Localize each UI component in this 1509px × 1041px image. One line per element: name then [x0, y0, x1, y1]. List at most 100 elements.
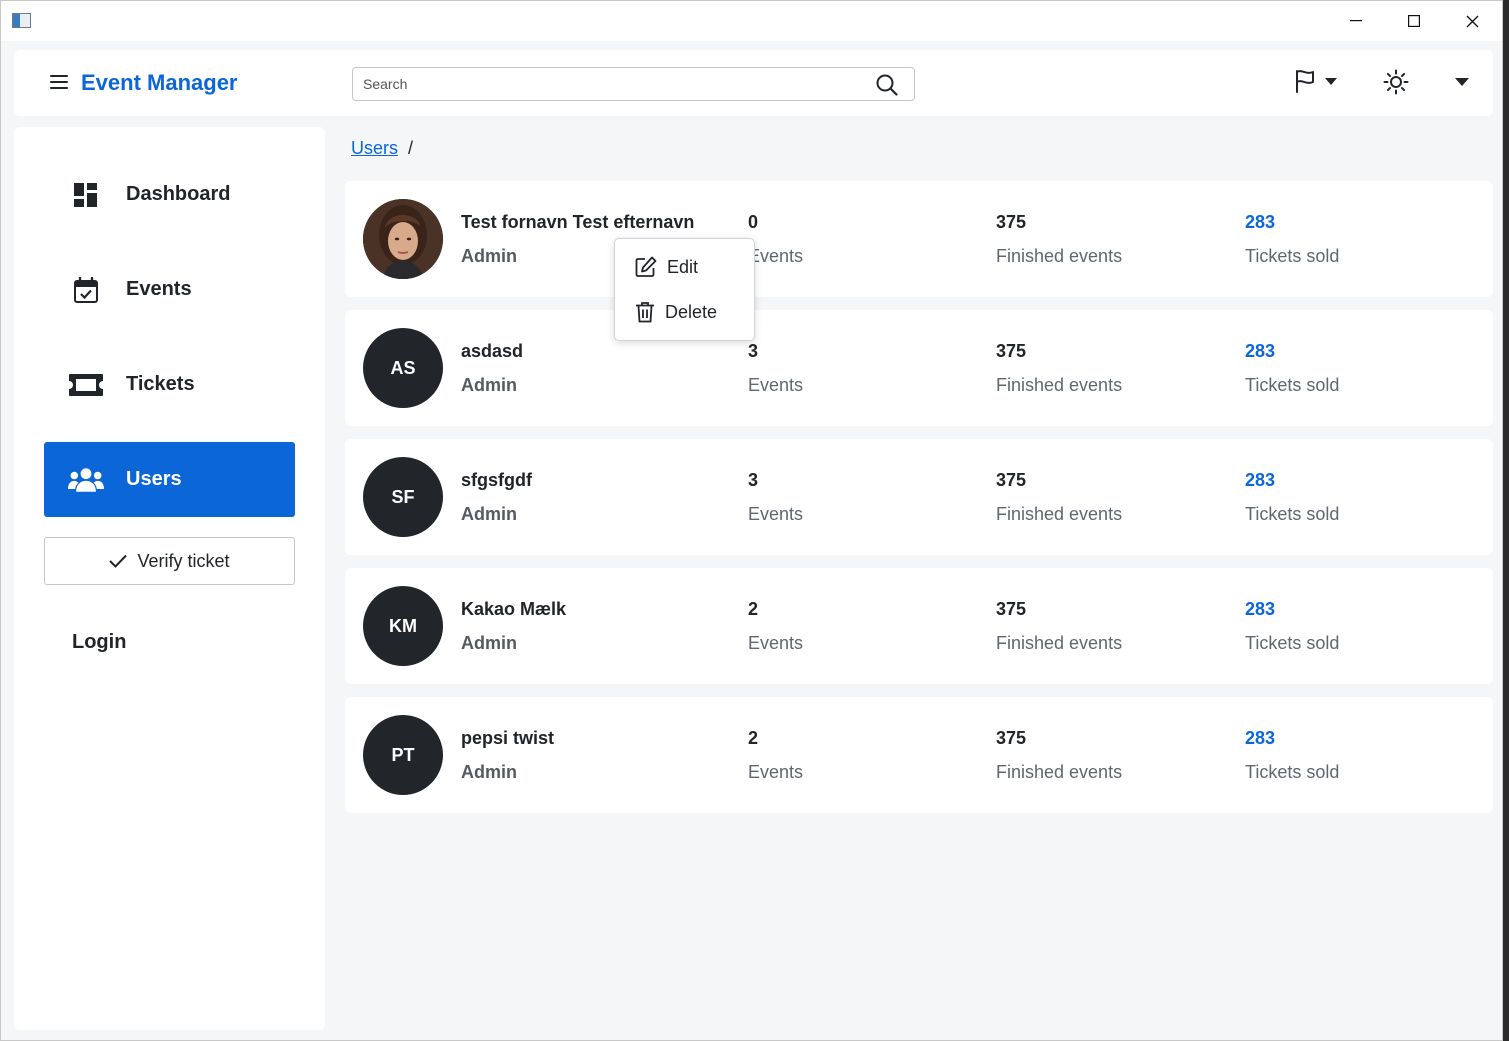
finished-events-count: 375: [996, 599, 1027, 619]
app-brand[interactable]: Event Manager: [81, 70, 238, 96]
close-button[interactable]: [1443, 1, 1501, 41]
user-card[interactable]: KM Kakao Mælk Admin 2 Events 375 Finishe…: [345, 568, 1493, 684]
finished-events-label: Finished events: [996, 504, 1123, 524]
verify-ticket-button[interactable]: Verify ticket: [44, 537, 295, 585]
user-role: Admin: [461, 504, 517, 524]
search-input[interactable]: [363, 74, 863, 94]
context-menu-edit[interactable]: Edit: [635, 256, 698, 278]
users-icon: [68, 466, 104, 494]
events-label: Events: [748, 633, 804, 653]
finished-events-label: Finished events: [996, 762, 1123, 782]
search-icon[interactable]: [876, 74, 898, 96]
tickets-sold-label: Tickets sold: [1245, 762, 1340, 782]
sidebar-item-users[interactable]: Users: [44, 442, 295, 517]
sidebar-item-label: Users: [126, 468, 182, 490]
title-bar: [1, 1, 1502, 41]
finished-events-label: Finished events: [996, 375, 1123, 395]
user-name: asdasd: [461, 341, 524, 361]
events-count: 2: [748, 599, 759, 619]
finished-events-stat: 375 Finished events: [996, 212, 1122, 267]
edit-icon: [635, 256, 657, 277]
menu-icon[interactable]: [50, 75, 68, 89]
user-role: Admin: [461, 246, 517, 266]
finished-events-count: 375: [996, 728, 1027, 748]
app-icon: [12, 13, 31, 28]
user-role: Admin: [461, 633, 517, 653]
tickets-sold-count: 283: [1245, 212, 1276, 232]
flag-icon: [1296, 70, 1314, 93]
delete-label: Delete: [665, 301, 718, 322]
login-link[interactable]: Login: [72, 631, 126, 654]
events-label: Events: [748, 375, 804, 395]
events-count: 3: [748, 470, 759, 490]
tickets-sold-label: Tickets sold: [1245, 375, 1340, 395]
sidebar-item-label: Events: [126, 278, 192, 300]
finished-events-count: 375: [996, 341, 1027, 361]
theme-toggle[interactable]: [1383, 69, 1409, 100]
finished-events-label: Finished events: [996, 633, 1123, 653]
sidebar-item-events[interactable]: Events: [44, 252, 295, 327]
tickets-sold-count: 283: [1245, 728, 1276, 748]
top-bar: Event Manager: [14, 50, 1493, 116]
events-count: 0: [748, 212, 759, 232]
calendar-check-icon: [68, 276, 104, 303]
user-card[interactable]: AS asdasd Admin 3 Events 375 Finished ev…: [345, 310, 1493, 426]
sidebar-item-label: Dashboard: [126, 183, 231, 205]
breadcrumb: Users /: [351, 138, 413, 159]
maximize-icon: [1408, 15, 1420, 27]
user-role: Admin: [461, 762, 517, 782]
avatar: [363, 199, 443, 279]
user-name: Test fornavn Test efternavn: [461, 212, 695, 232]
tickets-sold-count: 283: [1245, 341, 1276, 361]
app-window: Event Manager Search Dashboard Events Ti…: [0, 0, 1503, 1041]
tickets-sold-label: Tickets sold: [1245, 633, 1340, 653]
profile-photo: [363, 199, 443, 279]
finished-events-stat: 375 Finished events: [996, 728, 1122, 783]
events-label: Events: [748, 762, 804, 782]
events-count: 3: [748, 341, 759, 361]
sun-icon: [1383, 69, 1409, 95]
check-icon: [109, 554, 128, 568]
finished-events-stat: 375 Finished events: [996, 599, 1122, 654]
sidebar-item-tickets[interactable]: Tickets: [44, 347, 295, 422]
minimize-icon: [1350, 20, 1362, 22]
breadcrumb-separator: /: [408, 138, 414, 158]
sidebar-item-label: Tickets: [126, 373, 195, 395]
finished-events-label: Finished events: [996, 246, 1123, 266]
tickets-sold-stat: 283 Tickets sold: [1245, 728, 1339, 783]
language-dropdown[interactable]: [1295, 69, 1337, 93]
account-dropdown-icon[interactable]: [1455, 78, 1469, 86]
search-field[interactable]: [352, 67, 915, 101]
events-stat: 0 Events: [748, 212, 803, 267]
events-stat: 2 Events: [748, 599, 803, 654]
avatar: AS: [363, 328, 443, 408]
context-menu-delete[interactable]: Delete: [635, 301, 717, 323]
minimize-button[interactable]: [1327, 1, 1385, 41]
user-card[interactable]: Test fornavn Test efternavn Admin 0 Even…: [345, 181, 1493, 297]
finished-events-stat: 375 Finished events: [996, 470, 1122, 525]
dashboard-icon: [68, 182, 104, 207]
maximize-button[interactable]: [1385, 1, 1443, 41]
avatar: KM: [363, 586, 443, 666]
finished-events-count: 375: [996, 212, 1027, 232]
context-menu: Edit Delete: [614, 238, 755, 341]
tickets-sold-stat: 283 Tickets sold: [1245, 341, 1339, 396]
trash-icon: [636, 302, 654, 323]
events-count: 2: [748, 728, 759, 748]
user-name: Kakao Mælk: [461, 599, 567, 619]
tickets-sold-label: Tickets sold: [1245, 246, 1340, 266]
breadcrumb-link-users[interactable]: Users: [351, 138, 398, 159]
user-card[interactable]: SF sfgsfgdf Admin 3 Events 375 Finished …: [345, 439, 1493, 555]
avatar: SF: [363, 457, 443, 537]
events-stat: 3 Events: [748, 341, 803, 396]
user-name: sfgsfgdf: [461, 470, 532, 490]
avatar: PT: [363, 715, 443, 795]
tickets-sold-count: 283: [1245, 599, 1276, 619]
tickets-sold-stat: 283 Tickets sold: [1245, 599, 1339, 654]
events-stat: 3 Events: [748, 470, 803, 525]
sidebar-item-dashboard[interactable]: Dashboard: [44, 157, 295, 232]
user-card[interactable]: PT pepsi twist Admin 2 Events 375 Finish…: [345, 697, 1493, 813]
finished-events-count: 375: [996, 470, 1027, 490]
events-label: Events: [748, 504, 804, 524]
events-label: Events: [748, 246, 804, 266]
